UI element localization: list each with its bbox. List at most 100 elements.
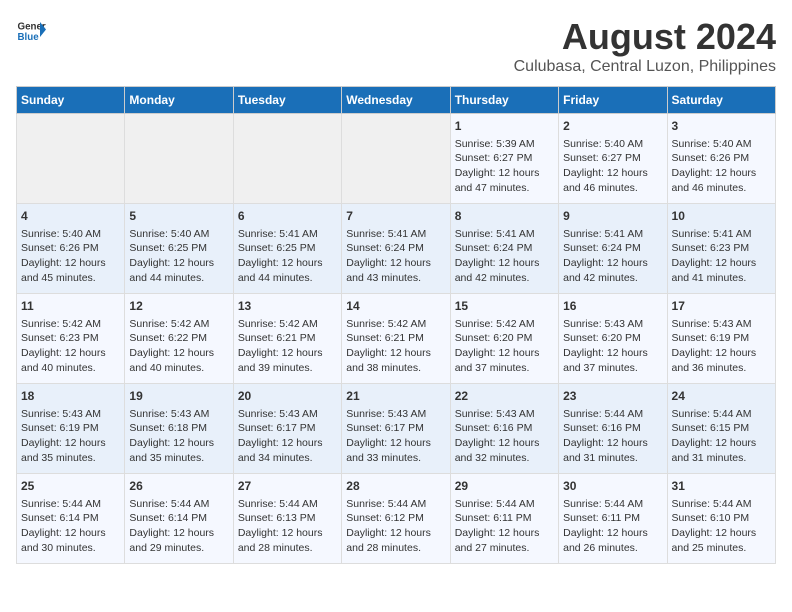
header-wednesday: Wednesday [342, 87, 450, 114]
day-content: Sunrise: 5:44 AM [238, 497, 337, 512]
day-content: Daylight: 12 hours [672, 346, 771, 361]
calendar-cell [233, 114, 341, 204]
day-content: Sunset: 6:12 PM [346, 511, 445, 526]
calendar-cell: 14Sunrise: 5:42 AMSunset: 6:21 PMDayligh… [342, 294, 450, 384]
day-number: 7 [346, 208, 445, 225]
day-content: Sunset: 6:11 PM [455, 511, 554, 526]
day-content: and 45 minutes. [21, 271, 120, 286]
day-content: Daylight: 12 hours [129, 256, 228, 271]
day-content: Sunrise: 5:42 AM [129, 317, 228, 332]
day-number: 13 [238, 298, 337, 315]
day-content: Sunset: 6:27 PM [563, 151, 662, 166]
day-number: 26 [129, 478, 228, 495]
calendar-week-2: 4Sunrise: 5:40 AMSunset: 6:26 PMDaylight… [17, 204, 776, 294]
calendar-cell: 11Sunrise: 5:42 AMSunset: 6:23 PMDayligh… [17, 294, 125, 384]
day-content: and 43 minutes. [346, 271, 445, 286]
day-content: and 44 minutes. [238, 271, 337, 286]
day-content: Daylight: 12 hours [21, 526, 120, 541]
day-number: 2 [563, 118, 662, 135]
day-content: Sunrise: 5:41 AM [238, 227, 337, 242]
calendar-cell: 30Sunrise: 5:44 AMSunset: 6:11 PMDayligh… [559, 474, 667, 564]
day-content: Sunset: 6:19 PM [672, 331, 771, 346]
calendar-cell: 3Sunrise: 5:40 AMSunset: 6:26 PMDaylight… [667, 114, 775, 204]
day-content: Sunrise: 5:42 AM [455, 317, 554, 332]
calendar-cell: 5Sunrise: 5:40 AMSunset: 6:25 PMDaylight… [125, 204, 233, 294]
day-content: Daylight: 12 hours [672, 256, 771, 271]
day-content: Daylight: 12 hours [455, 256, 554, 271]
day-content: Daylight: 12 hours [238, 346, 337, 361]
day-content: and 31 minutes. [672, 451, 771, 466]
day-number: 17 [672, 298, 771, 315]
day-number: 21 [346, 388, 445, 405]
day-number: 18 [21, 388, 120, 405]
day-content: Daylight: 12 hours [238, 256, 337, 271]
calendar-week-5: 25Sunrise: 5:44 AMSunset: 6:14 PMDayligh… [17, 474, 776, 564]
day-content: Sunset: 6:15 PM [672, 421, 771, 436]
day-content: Sunrise: 5:40 AM [563, 137, 662, 152]
day-content: Daylight: 12 hours [21, 346, 120, 361]
day-content: Daylight: 12 hours [672, 166, 771, 181]
day-content: and 40 minutes. [129, 361, 228, 376]
day-content: Daylight: 12 hours [672, 526, 771, 541]
day-content: Sunrise: 5:42 AM [21, 317, 120, 332]
day-content: Sunrise: 5:42 AM [346, 317, 445, 332]
day-content: Daylight: 12 hours [346, 346, 445, 361]
day-number: 29 [455, 478, 554, 495]
day-content: Daylight: 12 hours [21, 436, 120, 451]
day-content: Sunset: 6:10 PM [672, 511, 771, 526]
calendar-cell: 1Sunrise: 5:39 AMSunset: 6:27 PMDaylight… [450, 114, 558, 204]
day-number: 8 [455, 208, 554, 225]
calendar-cell: 25Sunrise: 5:44 AMSunset: 6:14 PMDayligh… [17, 474, 125, 564]
day-content: Sunrise: 5:43 AM [563, 317, 662, 332]
day-content: Daylight: 12 hours [346, 526, 445, 541]
day-number: 14 [346, 298, 445, 315]
day-content: and 35 minutes. [129, 451, 228, 466]
day-content: Sunset: 6:13 PM [238, 511, 337, 526]
day-content: Daylight: 12 hours [455, 436, 554, 451]
calendar-cell: 24Sunrise: 5:44 AMSunset: 6:15 PMDayligh… [667, 384, 775, 474]
title-section: August 2024 Culubasa, Central Luzon, Phi… [514, 16, 776, 76]
day-content: Sunset: 6:20 PM [455, 331, 554, 346]
day-content: Sunrise: 5:44 AM [672, 407, 771, 422]
day-number: 11 [21, 298, 120, 315]
day-content: Daylight: 12 hours [563, 526, 662, 541]
day-content: Daylight: 12 hours [672, 436, 771, 451]
day-content: Sunrise: 5:44 AM [129, 497, 228, 512]
day-number: 15 [455, 298, 554, 315]
svg-text:Blue: Blue [18, 32, 40, 43]
day-content: Daylight: 12 hours [346, 256, 445, 271]
day-content: Sunrise: 5:40 AM [21, 227, 120, 242]
day-content: and 26 minutes. [563, 541, 662, 556]
day-number: 30 [563, 478, 662, 495]
day-content: Daylight: 12 hours [455, 166, 554, 181]
calendar-cell: 22Sunrise: 5:43 AMSunset: 6:16 PMDayligh… [450, 384, 558, 474]
calendar-cell: 20Sunrise: 5:43 AMSunset: 6:17 PMDayligh… [233, 384, 341, 474]
day-number: 10 [672, 208, 771, 225]
calendar-cell: 6Sunrise: 5:41 AMSunset: 6:25 PMDaylight… [233, 204, 341, 294]
day-number: 16 [563, 298, 662, 315]
day-content: Daylight: 12 hours [563, 436, 662, 451]
day-content: Sunrise: 5:43 AM [455, 407, 554, 422]
day-number: 31 [672, 478, 771, 495]
day-content: Sunset: 6:16 PM [455, 421, 554, 436]
day-number: 12 [129, 298, 228, 315]
day-content: and 37 minutes. [563, 361, 662, 376]
day-number: 27 [238, 478, 337, 495]
calendar-week-4: 18Sunrise: 5:43 AMSunset: 6:19 PMDayligh… [17, 384, 776, 474]
day-number: 5 [129, 208, 228, 225]
calendar-table: SundayMondayTuesdayWednesdayThursdayFrid… [16, 86, 776, 564]
day-content: Daylight: 12 hours [129, 526, 228, 541]
day-content: Sunset: 6:22 PM [129, 331, 228, 346]
day-content: and 34 minutes. [238, 451, 337, 466]
calendar-cell: 27Sunrise: 5:44 AMSunset: 6:13 PMDayligh… [233, 474, 341, 564]
day-content: Sunrise: 5:44 AM [455, 497, 554, 512]
logo: General Blue [16, 16, 46, 46]
calendar-cell: 15 Sunrise: 5:42 AMSunset: 6:20 PMDayligh… [450, 294, 558, 384]
day-content: Sunset: 6:26 PM [672, 151, 771, 166]
header-sunday: Sunday [17, 87, 125, 114]
page-subtitle: Culubasa, Central Luzon, Philippines [514, 58, 776, 76]
day-content: Daylight: 12 hours [455, 346, 554, 361]
day-number: 23 [563, 388, 662, 405]
day-content: Sunrise: 5:43 AM [21, 407, 120, 422]
day-content: and 31 minutes. [563, 451, 662, 466]
